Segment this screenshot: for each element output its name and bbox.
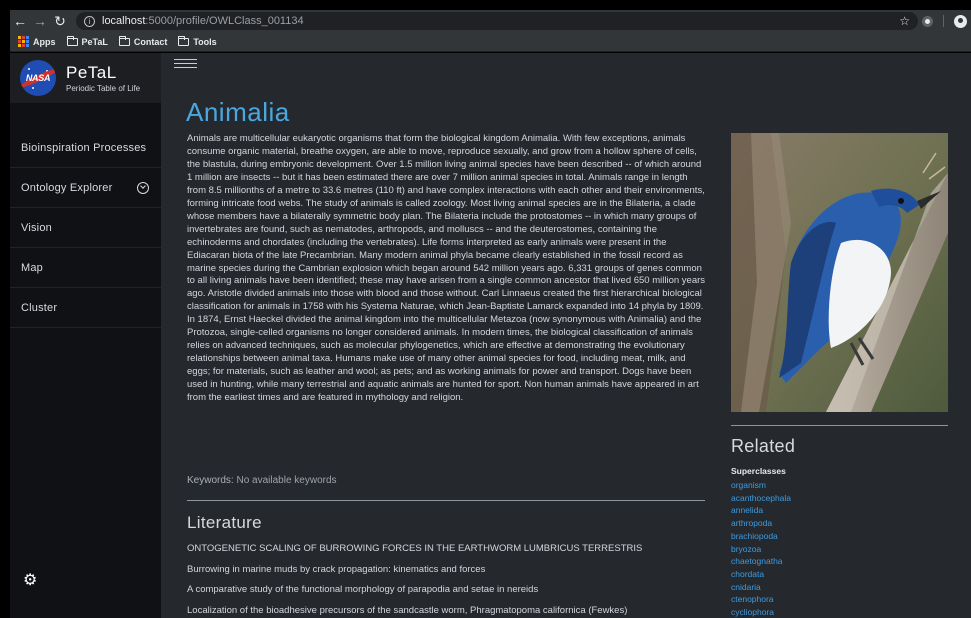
apps-grid-icon	[18, 36, 29, 47]
sidebar: NASA PeTaL Periodic Table of Life Bioins…	[10, 53, 161, 618]
related-heading: Related	[731, 436, 796, 456]
sidebar-item-label: Map	[21, 261, 43, 274]
related-link[interactable]: organism	[731, 479, 791, 492]
sidebar-item-cluster[interactable]: Cluster	[10, 288, 161, 328]
keywords-value: No available keywords	[236, 475, 337, 486]
logo-star	[32, 87, 34, 89]
bookmark-label: Apps	[33, 36, 56, 47]
brand-text: PeTaL Periodic Table of Life	[66, 62, 141, 93]
nasa-logo-text: NASA	[25, 73, 51, 83]
back-arrow-icon[interactable]: ←	[10, 13, 30, 29]
browser-toolbar: ← → ↻ i localhost:5000/profile/OWLClass_…	[10, 10, 971, 32]
folder-icon	[118, 35, 130, 46]
related-divider	[731, 425, 948, 426]
description-text: Animals are multicellular eukaryotic org…	[187, 133, 706, 404]
literature-item[interactable]: ONTOGENETIC SCALING OF BURROWING FORCES …	[187, 543, 727, 564]
bookmark-label: Contact	[133, 36, 168, 47]
profile-icon[interactable]	[954, 14, 967, 28]
superclasses-label: Superclasses	[731, 466, 786, 476]
sidebar-item-ontology-explorer[interactable]: Ontology Explorer	[10, 168, 161, 208]
brand-header[interactable]: NASA PeTaL Periodic Table of Life	[10, 53, 161, 103]
extension-icon[interactable]	[922, 15, 933, 27]
literature-item[interactable]: A comparative study of the functional mo…	[187, 584, 727, 605]
toolbar-separator	[943, 15, 944, 27]
gear-icon[interactable]: ⚙	[23, 573, 37, 589]
sidebar-item-map[interactable]: Map	[10, 248, 161, 288]
info-icon[interactable]: i	[84, 15, 95, 27]
bookmarks-bar: Apps PeTaL Contact Tools	[10, 32, 971, 52]
related-link[interactable]: brachiopoda	[731, 530, 791, 543]
sidebar-item-label: Bioinspiration Processes	[21, 141, 147, 154]
brand-title: PeTaL	[66, 62, 117, 82]
related-link[interactable]: bryozoa	[731, 543, 791, 556]
sidebar-nav: Bioinspiration Processes Ontology Explor…	[10, 128, 161, 328]
related-list: organism acanthocephala annelida arthrop…	[731, 479, 791, 618]
url-host: localhost	[102, 15, 146, 27]
related-link[interactable]: cycliophora	[731, 606, 791, 618]
literature-list: ONTOGENETIC SCALING OF BURROWING FORCES …	[187, 543, 727, 618]
sidebar-item-label: Cluster	[21, 301, 58, 314]
main-content: Animalia Animals are multicellular eukar…	[161, 53, 971, 618]
literature-divider	[187, 500, 705, 501]
folder-icon	[66, 35, 78, 46]
sidebar-item-label: Vision	[21, 221, 52, 234]
sidebar-item-bioinspiration-processes[interactable]: Bioinspiration Processes	[10, 128, 161, 168]
url-path: :5000/profile/OWLClass_001134	[145, 15, 304, 27]
animal-photo	[731, 133, 948, 412]
nasa-logo: NASA	[20, 60, 56, 96]
related-link[interactable]: arthropoda	[731, 517, 791, 530]
keywords-label: Keywords:	[187, 475, 234, 486]
bookmark-apps[interactable]: Apps	[18, 36, 56, 47]
bookmark-tools[interactable]: Tools	[178, 35, 217, 47]
related-link[interactable]: annelida	[731, 504, 791, 517]
logo-star	[28, 68, 30, 70]
sidebar-item-label: Ontology Explorer	[21, 181, 113, 194]
keywords: Keywords: No available keywords	[187, 475, 337, 486]
literature-item[interactable]: Burrowing in marine muds by crack propag…	[187, 564, 727, 585]
reload-icon[interactable]: ↻	[50, 13, 70, 30]
forward-arrow-icon[interactable]: →	[30, 13, 50, 29]
bookmark-label: Tools	[193, 36, 217, 47]
folder-icon	[178, 35, 190, 46]
related-link[interactable]: ctenophora	[731, 593, 791, 606]
sidebar-item-vision[interactable]: Vision	[10, 208, 161, 248]
related-link[interactable]: acanthocephala	[731, 492, 791, 505]
page-title: Animalia	[186, 97, 290, 127]
hamburger-icon[interactable]	[174, 59, 197, 68]
related-link[interactable]: cnidaria	[731, 581, 791, 594]
bird-illustration	[731, 133, 948, 412]
address-input[interactable]: i localhost:5000/profile/OWLClass_001134…	[76, 12, 918, 30]
brand-subtitle: Periodic Table of Life	[66, 83, 141, 93]
bookmark-petal[interactable]: PeTaL	[66, 35, 108, 47]
star-icon[interactable]: ☆	[899, 14, 910, 28]
screen: ← → ↻ i localhost:5000/profile/OWLClass_…	[0, 0, 971, 618]
chevron-down-icon[interactable]	[137, 181, 149, 194]
related-link[interactable]: chaetognatha	[731, 555, 791, 568]
bookmark-contact[interactable]: Contact	[118, 35, 168, 47]
bookmark-label: PeTaL	[81, 36, 108, 47]
literature-heading: Literature	[187, 513, 262, 532]
literature-item[interactable]: Localization of the bioadhesive precurso…	[187, 605, 727, 618]
related-link[interactable]: chordata	[731, 568, 791, 581]
